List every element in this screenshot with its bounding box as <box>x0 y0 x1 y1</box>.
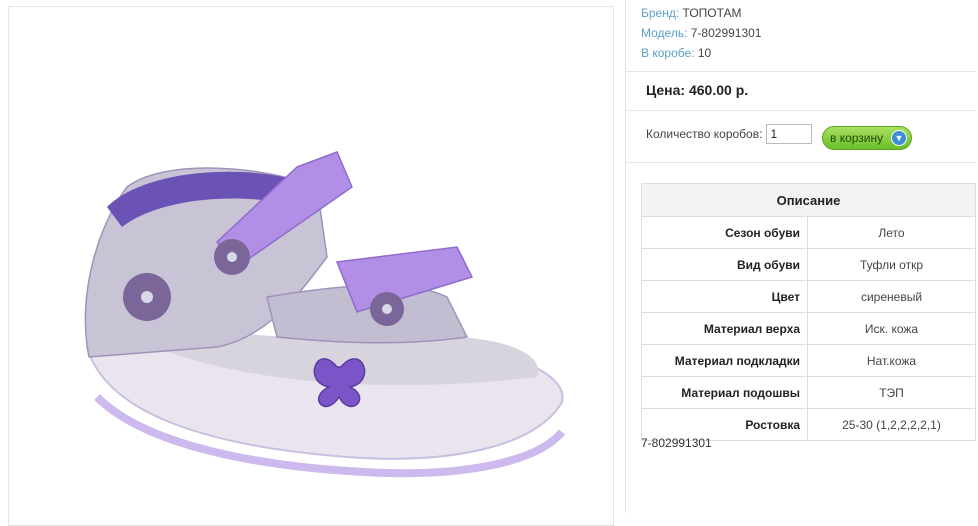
table-row: Материал подошвы ТЭП <box>641 376 976 409</box>
divider <box>626 162 976 163</box>
divider <box>626 110 976 111</box>
price: Цена: 460.00 р. <box>646 82 749 98</box>
column-divider <box>625 0 626 513</box>
quantity-label: Количество коробов: <box>646 127 763 141</box>
arrow-down-circle-icon: ▼ <box>891 130 907 146</box>
description-title: Описание <box>641 183 976 217</box>
meta-brand: Бренд: ТОПОТАМ <box>641 6 742 20</box>
sku-footer: 7-802991301 <box>641 436 712 450</box>
add-to-cart-button[interactable]: в корзину ▼ <box>822 126 912 150</box>
product-image-frame[interactable] <box>8 6 614 526</box>
table-row: Сезон обуви Лето <box>641 216 976 249</box>
product-image <box>84 151 566 478</box>
product-meta: Бренд: ТОПОТАМ Модель: 7-802991301 В кор… <box>641 3 761 63</box>
table-row: Вид обуви Туфли откр <box>641 248 976 281</box>
meta-model: Модель: 7-802991301 <box>641 26 762 40</box>
add-to-cart-label: в корзину <box>830 131 884 145</box>
divider <box>626 71 976 72</box>
quantity-input[interactable] <box>766 124 813 144</box>
table-row: Цвет сиреневый <box>641 280 976 313</box>
table-row: Материал подкладки Нат.кожа <box>641 344 976 377</box>
quantity-row: Количество коробов: <box>646 124 813 144</box>
description-table: Описание Сезон обуви Лето Вид обуви Туфли … <box>641 183 976 441</box>
meta-box-count: В коробе: 10 <box>641 46 712 60</box>
table-row: Материал верха Иск. кожа <box>641 312 976 345</box>
